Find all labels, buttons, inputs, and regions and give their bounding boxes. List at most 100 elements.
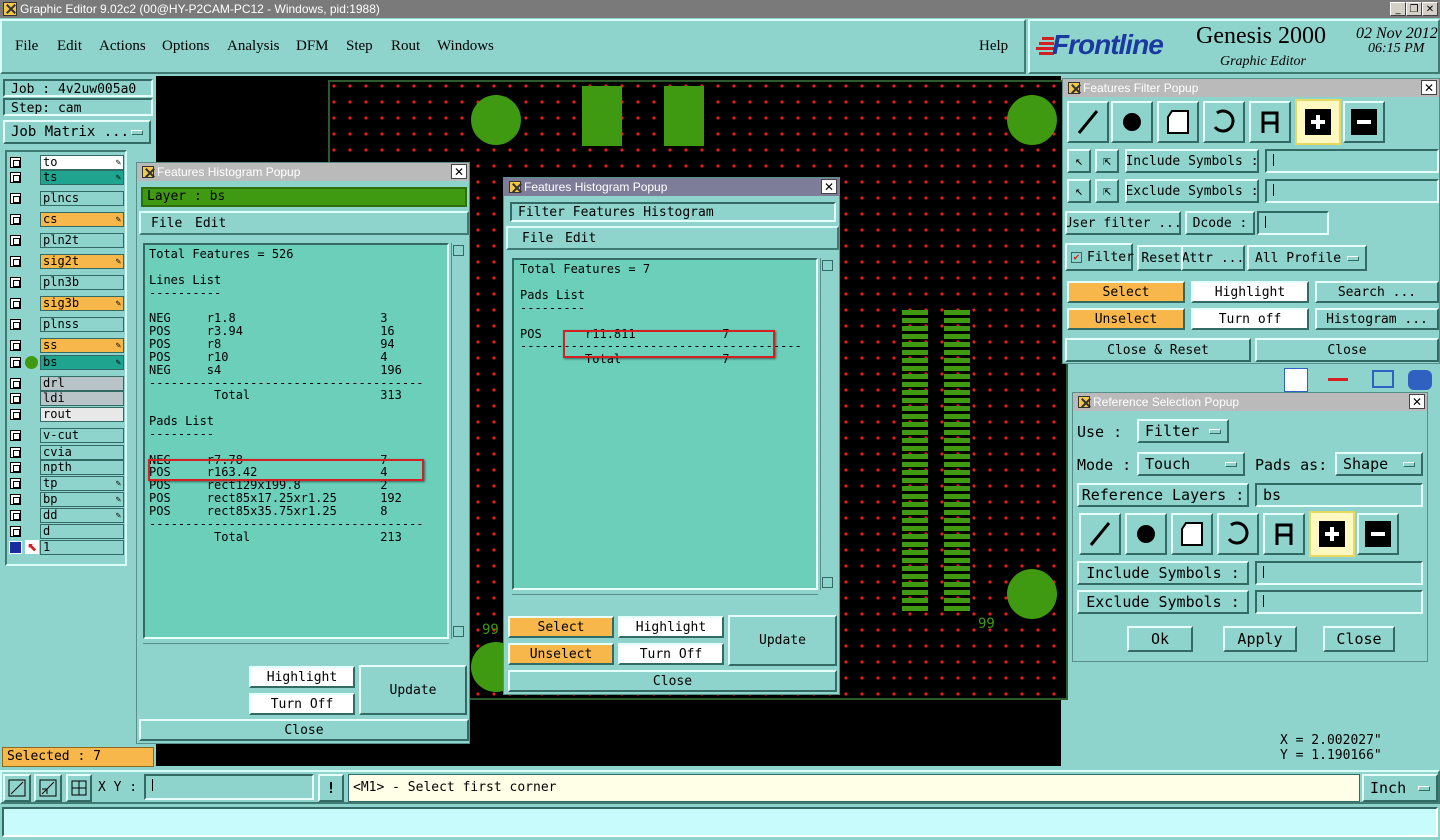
apply-button[interactable]: Apply <box>1223 626 1297 652</box>
refsel-popup-titlebar[interactable]: Reference Selection Popup ✕ <box>1073 393 1427 411</box>
layer-checkbox[interactable] <box>10 447 21 458</box>
layer-name[interactable]: npth <box>40 460 124 475</box>
restore-icon[interactable]: ❐ <box>1406 2 1422 16</box>
hist2-close-button[interactable]: Close <box>508 670 837 692</box>
layer-row-plnss[interactable]: plnss <box>8 317 124 332</box>
filter-select-button[interactable]: Select <box>1067 281 1185 303</box>
layer-row-plncs[interactable]: plncs <box>8 191 124 206</box>
ref-surface-feature-icon[interactable] <box>1171 513 1213 555</box>
xy-input[interactable] <box>144 774 314 800</box>
histogram-1-list[interactable]: Total Features = 526 Lines List ----------… <box>143 243 449 639</box>
hist2-unselect-button[interactable]: Unselect <box>508 643 614 665</box>
layer-row-tp[interactable]: tp ✎ <box>8 476 124 491</box>
hist2-turn-off-button[interactable]: Turn Off <box>618 643 724 665</box>
layer-name[interactable]: pln3b <box>40 275 124 290</box>
layer-name[interactable]: cs ✎ <box>40 212 124 227</box>
layer-checkbox[interactable] <box>10 430 21 441</box>
filter-unselect-button[interactable]: Unselect <box>1067 308 1185 330</box>
exclude-symbols-button[interactable]: Exclude Symbols : <box>1125 179 1259 203</box>
refsel-popup-close-icon[interactable]: ✕ <box>1409 394 1425 409</box>
alert-icon[interactable]: ! <box>318 774 344 802</box>
menu-file[interactable]: File <box>15 38 38 55</box>
layer-name[interactable]: 1 <box>40 540 124 555</box>
layer-checkbox[interactable] <box>10 378 21 389</box>
layer-row-dd[interactable]: dd ✎ <box>8 508 124 523</box>
menu-analysis[interactable]: Analysis <box>227 38 280 55</box>
layer-checkbox[interactable] <box>10 409 21 420</box>
filter-turn-off-button[interactable]: Turn off <box>1191 308 1309 330</box>
hist2-select-button[interactable]: Select <box>508 616 614 638</box>
layer-name[interactable]: plnss <box>40 317 124 332</box>
layer-name[interactable]: d <box>40 524 124 539</box>
layer-checkbox[interactable] <box>10 193 21 204</box>
layer-checkbox[interactable] <box>10 494 21 505</box>
menu-rout[interactable]: Rout <box>391 38 420 55</box>
filter-toggle[interactable]: ✔ Filter <box>1065 243 1134 271</box>
exclude-symbols-input[interactable] <box>1265 179 1439 203</box>
layer-row-cs[interactable]: cs ✎ <box>8 212 124 227</box>
mode-dropdown[interactable]: Touch <box>1137 452 1245 476</box>
layer-checkbox[interactable] <box>10 319 21 330</box>
ref-pad-feature-icon[interactable] <box>1125 513 1167 555</box>
layer-checkbox[interactable] <box>10 214 21 225</box>
layer-row-ts[interactable]: ts ✎ <box>8 170 124 185</box>
filter-popup-titlebar[interactable]: Features Filter Popup ✕ <box>1063 79 1439 97</box>
histogram-2-hscroll[interactable] <box>512 594 818 608</box>
filter-histogram-button[interactable]: Histogram ... <box>1315 308 1439 330</box>
layer-checkbox[interactable] <box>10 235 21 246</box>
hist2-update-button[interactable]: Update <box>728 615 837 666</box>
filter-highlight-button[interactable]: Highlight <box>1191 281 1309 303</box>
zoom-box-icon[interactable] <box>3 774 31 802</box>
line-tool-icon[interactable] <box>1328 378 1348 381</box>
dcode-button[interactable]: Dcode : <box>1185 211 1255 235</box>
layer-row-rout[interactable]: rout <box>8 407 124 422</box>
pads-as-dropdown[interactable]: Shape <box>1335 452 1423 476</box>
menu-options[interactable]: Options <box>162 38 210 55</box>
histogram-1-hscroll[interactable] <box>143 643 449 657</box>
text-feature-icon[interactable] <box>1249 101 1291 143</box>
attr-button[interactable]: Attr ... <box>1181 245 1245 271</box>
ok-button[interactable]: Ok <box>1127 626 1193 652</box>
line-feature-icon[interactable] <box>1067 101 1109 143</box>
histogram-popup-1-titlebar[interactable]: Features Histogram Popup ✕ <box>137 163 469 181</box>
group-tool-icon[interactable] <box>1408 370 1432 390</box>
layer-name[interactable]: ldi <box>40 391 124 406</box>
layer-checkbox[interactable] <box>10 526 21 537</box>
filter-close-button[interactable]: Close <box>1255 338 1439 362</box>
layer-name[interactable]: drl <box>40 376 124 391</box>
scroll-down-icon[interactable] <box>822 577 833 588</box>
positive-polarity-icon[interactable] <box>1295 99 1341 145</box>
command-line-input[interactable] <box>2 807 1438 837</box>
layer-row-sig3b[interactable]: sig3b ✎ <box>8 296 124 311</box>
hist1-menu-edit[interactable]: Edit <box>195 216 226 231</box>
scroll-down-icon[interactable] <box>453 626 464 637</box>
ref-text-feature-icon[interactable] <box>1263 513 1305 555</box>
layer-name[interactable]: pln2t <box>40 233 124 248</box>
layer-row-ss[interactable]: ss ✎ <box>8 338 124 353</box>
layer-row-pln2t[interactable]: pln2t <box>8 233 124 248</box>
hist2-menu-edit[interactable]: Edit <box>565 231 596 246</box>
layer-name[interactable]: to ✎ <box>40 155 124 170</box>
layer-name[interactable]: tp ✎ <box>40 476 124 491</box>
exclude-pick-icon[interactable]: ↖ <box>1067 179 1091 203</box>
layer-row-d[interactable]: d <box>8 524 124 539</box>
layer-name[interactable]: ss ✎ <box>40 338 124 353</box>
layer-row-pln3b[interactable]: pln3b <box>8 275 124 290</box>
profile-dropdown[interactable]: All Profile <box>1247 245 1367 271</box>
surface-feature-icon[interactable] <box>1157 101 1199 143</box>
layer-checkbox[interactable] <box>10 340 21 351</box>
scroll-up-icon[interactable] <box>453 245 464 256</box>
layer-name[interactable]: cvia <box>40 445 124 460</box>
filter-search-button[interactable]: Search ... <box>1315 281 1439 303</box>
histogram-popup-1-close-icon[interactable]: ✕ <box>451 164 467 179</box>
arc-feature-icon[interactable] <box>1203 101 1245 143</box>
layer-name[interactable]: rout <box>40 407 124 422</box>
layer-checkbox[interactable] <box>10 277 21 288</box>
layer-name[interactable]: ts ✎ <box>40 170 124 185</box>
layer-checkbox[interactable] <box>10 157 21 168</box>
ref-include-symbols-input[interactable] <box>1255 561 1423 585</box>
layer-row-drl[interactable]: drl <box>8 376 124 391</box>
ref-exclude-symbols-button[interactable]: Exclude Symbols : <box>1077 590 1249 614</box>
grid-snap-icon[interactable] <box>66 774 92 802</box>
layer-checkbox[interactable] <box>10 510 21 521</box>
